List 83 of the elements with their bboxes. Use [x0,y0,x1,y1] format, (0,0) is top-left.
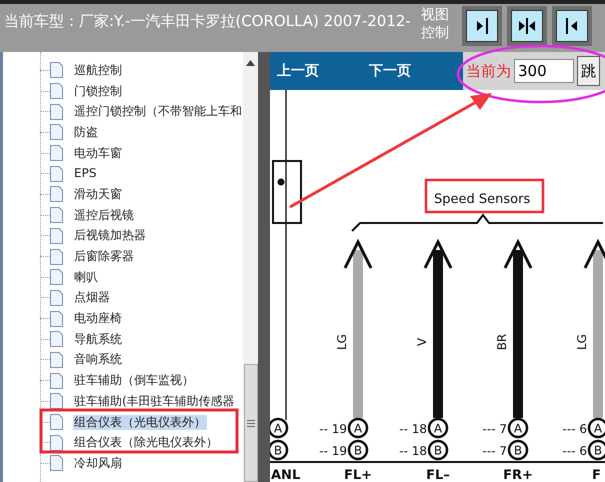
tree-item[interactable]: 组合仪表（光电仪表外） [73,414,207,430]
pin-number: -- 18 [399,444,427,458]
pin-number: -- 19 [319,444,347,458]
tree-item[interactable]: 门锁控制 [73,84,123,99]
jump-button[interactable]: 跳 [577,56,600,86]
pin-number: -- 19 [319,422,347,436]
connector-pin: A [348,418,368,438]
document-icon [50,104,63,120]
document-icon [50,393,63,410]
tree-item[interactable]: 后窗除雾器 [73,249,135,264]
connector-pin: B [588,440,605,460]
view-button[interactable] [462,6,502,46]
document-icon [50,83,63,100]
connector-pin: A [428,418,448,438]
document-icon [50,145,63,162]
wire-code: V [415,338,429,346]
tree-item[interactable]: 冷却风扇 [73,456,123,471]
terminal-label: ANL [271,468,300,482]
current-page-label: 当前为 [466,60,511,82]
tree-item[interactable]: 巡航控制 [73,62,123,78]
wire-code: LG [335,334,349,350]
tree-item[interactable]: 电动座椅 [73,311,123,326]
previous-page-button[interactable]: 上一页 [277,60,319,82]
vehicle-title: 当前车型：厂家:Y.-一汽丰田卡罗拉(COROLLA) 2007-2012- [4,11,411,32]
document-icon [50,434,63,451]
wire-code: BR [495,334,509,350]
document-icon [50,124,63,140]
document-icon [50,228,63,244]
document-icon [50,269,63,286]
terminal-label: F [592,468,601,482]
connector-pin: B [428,440,448,460]
sensor-group-title: Speed Sensors [434,192,530,207]
tree-item[interactable]: 防盗 [73,124,99,140]
connector-pin: A [270,418,288,438]
document-icon [50,248,63,265]
connector-pin: B [270,440,288,460]
tree-item[interactable]: 音响系统 [73,352,123,368]
tree-item[interactable]: 组合仪表（除光电仪表外） [73,435,219,450]
next-page-button[interactable]: 下一页 [369,60,411,82]
tree-item[interactable]: 喇叭 [73,270,99,285]
pin-number: --- 6 [562,422,587,436]
document-icon [50,414,63,430]
connector-pin: B [508,440,528,460]
tree-item[interactable]: 点烟器 [73,290,111,306]
view-button[interactable] [552,6,592,46]
document-icon [50,207,63,224]
wire-code: LG [575,334,589,350]
tree-item[interactable]: 后视镜加热器 [73,228,147,244]
tree-item[interactable]: 电动车窗 [73,146,123,161]
view-control-label: 视图控制 [420,6,450,42]
tree-item[interactable]: 遥控后视镜 [73,208,135,223]
pin-number: --- 6 [562,444,587,458]
terminal-label: FL+ [344,468,372,482]
view-button[interactable] [507,6,548,46]
tree-item[interactable]: 滑动天窗 [73,186,123,202]
tree-item[interactable]: EPS [73,166,98,182]
tree-item[interactable]: 驻车辅助（倒车监视） [73,373,195,388]
pin-number: --- 7 [482,444,507,458]
pin-number: --- 7 [482,422,507,436]
tree-item[interactable]: 导航系统 [73,332,123,347]
document-icon [50,62,63,78]
page-number-field[interactable]: 300 [514,59,574,83]
document-icon [50,455,63,472]
document-icon [50,310,63,327]
document-icon [50,186,63,202]
junction-dot [278,178,284,186]
document-icon [50,331,63,348]
connector-pin: A [588,418,605,438]
terminal-label: FR+ [503,468,533,482]
document-icon [50,166,63,182]
document-icon [50,290,63,306]
scrollbar[interactable] [243,52,258,482]
scroll-up-icon[interactable] [246,60,255,66]
terminal-label: FL– [426,468,450,482]
component-box [272,160,302,224]
pin-number: -- 18 [399,422,427,436]
tree-item[interactable]: 驻车辅助(丰田驻车辅助传感器 [73,394,236,409]
document-icon [50,352,63,368]
tree-item[interactable]: 遥控门锁控制（不带智能上车和 [73,104,243,120]
scrollbar-thumb[interactable] [244,364,258,482]
document-icon [50,372,63,389]
connector-pin: B [348,440,368,460]
connector-pin: A [508,418,528,438]
